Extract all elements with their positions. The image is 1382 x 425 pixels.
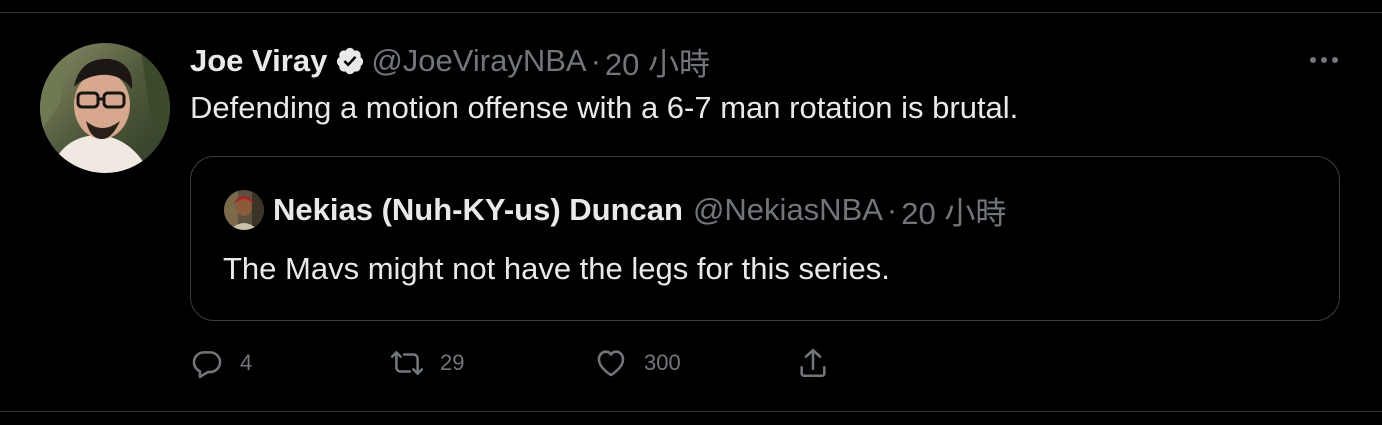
tweet-text: Defending a motion offense with a 6-7 ma… (190, 90, 1019, 125)
tweet-time[interactable]: 20 小時 (605, 39, 710, 84)
retweet-count: 29 (440, 350, 465, 375)
separator-dot: · (590, 43, 601, 78)
quoted-tweet-header: Nekias (Nuh-KY-us) Duncan @NekiasNBA · 2… (273, 187, 1006, 233)
reply-count: 4 (240, 350, 253, 375)
tweet-action-bar: 4 29 300 (190, 340, 890, 386)
retweet-button[interactable]: 29 (390, 340, 464, 386)
quoted-author-name: Nekias (Nuh-KY-us) Duncan (273, 192, 683, 227)
quoted-tweet-card[interactable]: Nekias (Nuh-KY-us) Duncan @NekiasNBA · 2… (190, 156, 1340, 321)
quoted-author-handle: @NekiasNBA (692, 192, 883, 227)
author-handle[interactable]: @JoeVirayNBA (371, 43, 586, 79)
top-divider (0, 12, 1382, 13)
verified-badge-icon (335, 46, 365, 76)
retweet-icon (390, 351, 424, 375)
author-avatar[interactable] (40, 43, 170, 173)
share-icon (800, 348, 826, 378)
quoted-tweet-text: The Mavs might not have the legs for thi… (223, 251, 890, 286)
share-button[interactable] (796, 340, 830, 386)
more-options-button[interactable] (1306, 46, 1342, 74)
author-name[interactable]: Joe Viray (190, 43, 327, 79)
heart-icon (597, 350, 625, 377)
quoted-author-avatar (224, 190, 264, 230)
bottom-divider (0, 411, 1382, 412)
like-count: 300 (644, 350, 681, 375)
reply-button[interactable]: 4 (190, 340, 252, 386)
like-button[interactable]: 300 (594, 340, 681, 386)
more-icon (1310, 57, 1338, 63)
separator-dot: · (886, 192, 898, 227)
reply-icon (192, 351, 222, 379)
tweet-header: Joe Viray @JoeVirayNBA · 20 小時 (190, 38, 710, 84)
quoted-tweet-time: 20 小時 (901, 195, 1007, 231)
